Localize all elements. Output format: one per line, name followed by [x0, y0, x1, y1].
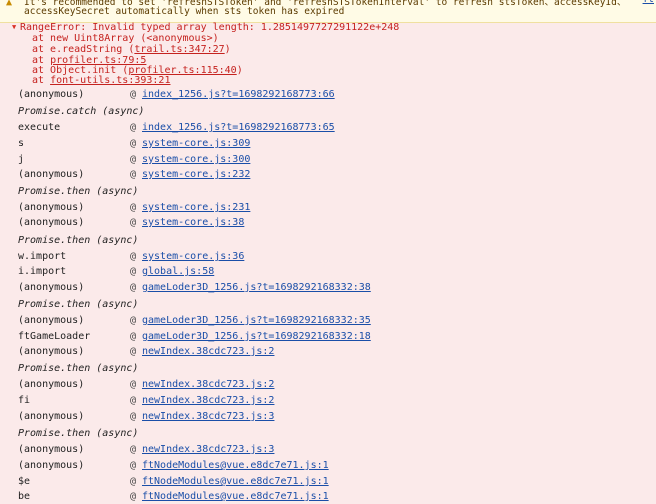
stack-frame-at-symbol: @ — [130, 411, 137, 422]
stack-frame-source-link[interactable]: gameLoder3D_1256.js?t=1698292168332:35 — [142, 314, 371, 328]
stack-frame-at-symbol: @ — [130, 346, 137, 357]
stack-frame-function: (anonymous) — [18, 460, 85, 471]
expand-toggle-icon[interactable]: ▼ — [12, 23, 16, 31]
stack-frame-source-link[interactable]: index_1256.js?t=1698292168773:65 — [142, 121, 335, 135]
stack-frame-at-symbol: @ — [130, 202, 137, 213]
async-boundary-label: Promise.then (async) — [18, 299, 139, 310]
stack-frame-function: (anonymous) — [18, 411, 85, 422]
stack-frame-at-symbol: @ — [130, 138, 137, 149]
warning-text-line-2: accessKeySecret automatically when sts t… — [24, 6, 345, 17]
stack-frame-source-link[interactable]: system-core.js:36 — [142, 250, 244, 264]
error-stack-frame: at new Uint8Array (<anonymous>) — [32, 33, 219, 44]
stack-frame-function: w.import — [18, 251, 67, 262]
stack-frame-at-symbol: @ — [130, 266, 137, 277]
stack-frame-source-link[interactable]: gameLoder3D_1256.js?t=1698292168332:38 — [142, 281, 371, 295]
warning-source-link[interactable]: ft — [643, 0, 654, 5]
stack-frame-function: (anonymous) — [18, 444, 85, 455]
stack-frame-source-link[interactable]: system-core.js:300 — [142, 153, 250, 167]
stack-frame-source-link[interactable]: newIndex.38cdc723.js:3 — [142, 410, 274, 424]
stack-frame-function: s — [18, 138, 25, 149]
error-frame-prefix: at — [32, 75, 51, 86]
stack-frame-function: (anonymous) — [18, 315, 85, 326]
error-message-text: RangeError: Invalid typed array length: … — [20, 22, 400, 33]
stack-frame-source-link[interactable]: newIndex.38cdc723.js:3 — [142, 443, 274, 457]
stack-frame-at-symbol: @ — [130, 217, 137, 228]
stack-frame-function: (anonymous) — [18, 169, 85, 180]
stack-frame-function: (anonymous) — [18, 379, 85, 390]
stack-frame-source-link[interactable]: global.js:58 — [142, 265, 214, 279]
async-boundary-label: Promise.then (async) — [18, 235, 139, 246]
stack-frame-source-link[interactable]: newIndex.38cdc723.js:2 — [142, 378, 274, 392]
stack-frame-at-symbol: @ — [130, 169, 137, 180]
error-frame-source-link[interactable]: font-utils.ts:393:21 — [50, 75, 170, 86]
async-boundary-label: Promise.then (async) — [18, 186, 139, 197]
stack-frame-source-link[interactable]: ftNodeModules@vue.e8dc7e71.js:1 — [142, 475, 329, 489]
stack-frame-at-symbol: @ — [130, 395, 137, 406]
stack-frame-source-link[interactable]: ftNodeModules@vue.e8dc7e71.js:1 — [142, 459, 329, 473]
warning-icon: ▲ — [6, 0, 13, 8]
error-frame-suffix: <anonymous>) — [146, 33, 219, 44]
error-stack-frame: at e.readString (trail.ts:347:27) — [32, 44, 231, 55]
stack-frame-source-link[interactable]: system-core.js:232 — [142, 168, 250, 182]
stack-frame-source-link[interactable]: system-core.js:38 — [142, 216, 244, 230]
stack-frame-at-symbol: @ — [130, 460, 137, 471]
stack-frame-at-symbol: @ — [130, 491, 137, 502]
async-boundary-label: Promise.catch (async) — [18, 106, 145, 117]
stack-frame-at-symbol: @ — [130, 315, 137, 326]
async-boundary-label: Promise.then (async) — [18, 363, 139, 374]
stack-frame-at-symbol: @ — [130, 251, 137, 262]
stack-frame-source-link[interactable]: ftNodeModules@vue.e8dc7e71.js:1 — [142, 490, 329, 504]
stack-frame-function: be — [18, 491, 31, 502]
stack-frame-function: (anonymous) — [18, 217, 85, 228]
stack-frame-at-symbol: @ — [130, 476, 137, 487]
stack-frame-at-symbol: @ — [130, 122, 137, 133]
stack-frame-function: (anonymous) — [18, 202, 85, 213]
stack-frame-function: j — [18, 154, 25, 165]
stack-frame-at-symbol: @ — [130, 444, 137, 455]
console-warning-message: ▲ It's recommended to set 'refreshSTSTok… — [0, 0, 656, 23]
stack-frame-function: $e — [18, 476, 31, 487]
error-stack-frame: at font-utils.ts:393:21 — [32, 75, 170, 86]
stack-frame-function: i.import — [18, 266, 67, 277]
error-frame-source-link[interactable]: trail.ts:347:27 — [134, 44, 224, 55]
stack-frame-at-symbol: @ — [130, 282, 137, 293]
error-frame-suffix: ) — [236, 65, 243, 76]
error-frame-prefix: at new Uint8Array ( — [32, 33, 147, 44]
stack-frame-function: (anonymous) — [18, 346, 85, 357]
stack-frame-source-link[interactable]: index_1256.js?t=1698292168773:66 — [142, 88, 335, 102]
stack-frame-function: fi — [18, 395, 31, 406]
stack-frame-at-symbol: @ — [130, 379, 137, 390]
stack-frame-source-link[interactable]: gameLoder3D_1256.js?t=1698292168332:18 — [142, 330, 371, 344]
stack-frame-function: execute — [18, 122, 61, 133]
stack-frame-source-link[interactable]: system-core.js:231 — [142, 201, 250, 215]
error-frame-prefix: at e.readString ( — [32, 44, 135, 55]
stack-frame-function: ftGameLoader — [18, 331, 91, 342]
stack-frame-at-symbol: @ — [130, 154, 137, 165]
error-frame-suffix: ) — [224, 44, 231, 55]
stack-frame-source-link[interactable]: newIndex.38cdc723.js:2 — [142, 394, 274, 408]
stack-frame-source-link[interactable]: system-core.js:309 — [142, 137, 250, 151]
stack-frame-at-symbol: @ — [130, 89, 137, 100]
stack-frame-function: (anonymous) — [18, 89, 85, 100]
async-boundary-label: Promise.then (async) — [18, 428, 139, 439]
stack-frame-at-symbol: @ — [130, 331, 137, 342]
stack-frame-function: (anonymous) — [18, 282, 85, 293]
stack-frame-source-link[interactable]: newIndex.38cdc723.js:2 — [142, 345, 274, 359]
